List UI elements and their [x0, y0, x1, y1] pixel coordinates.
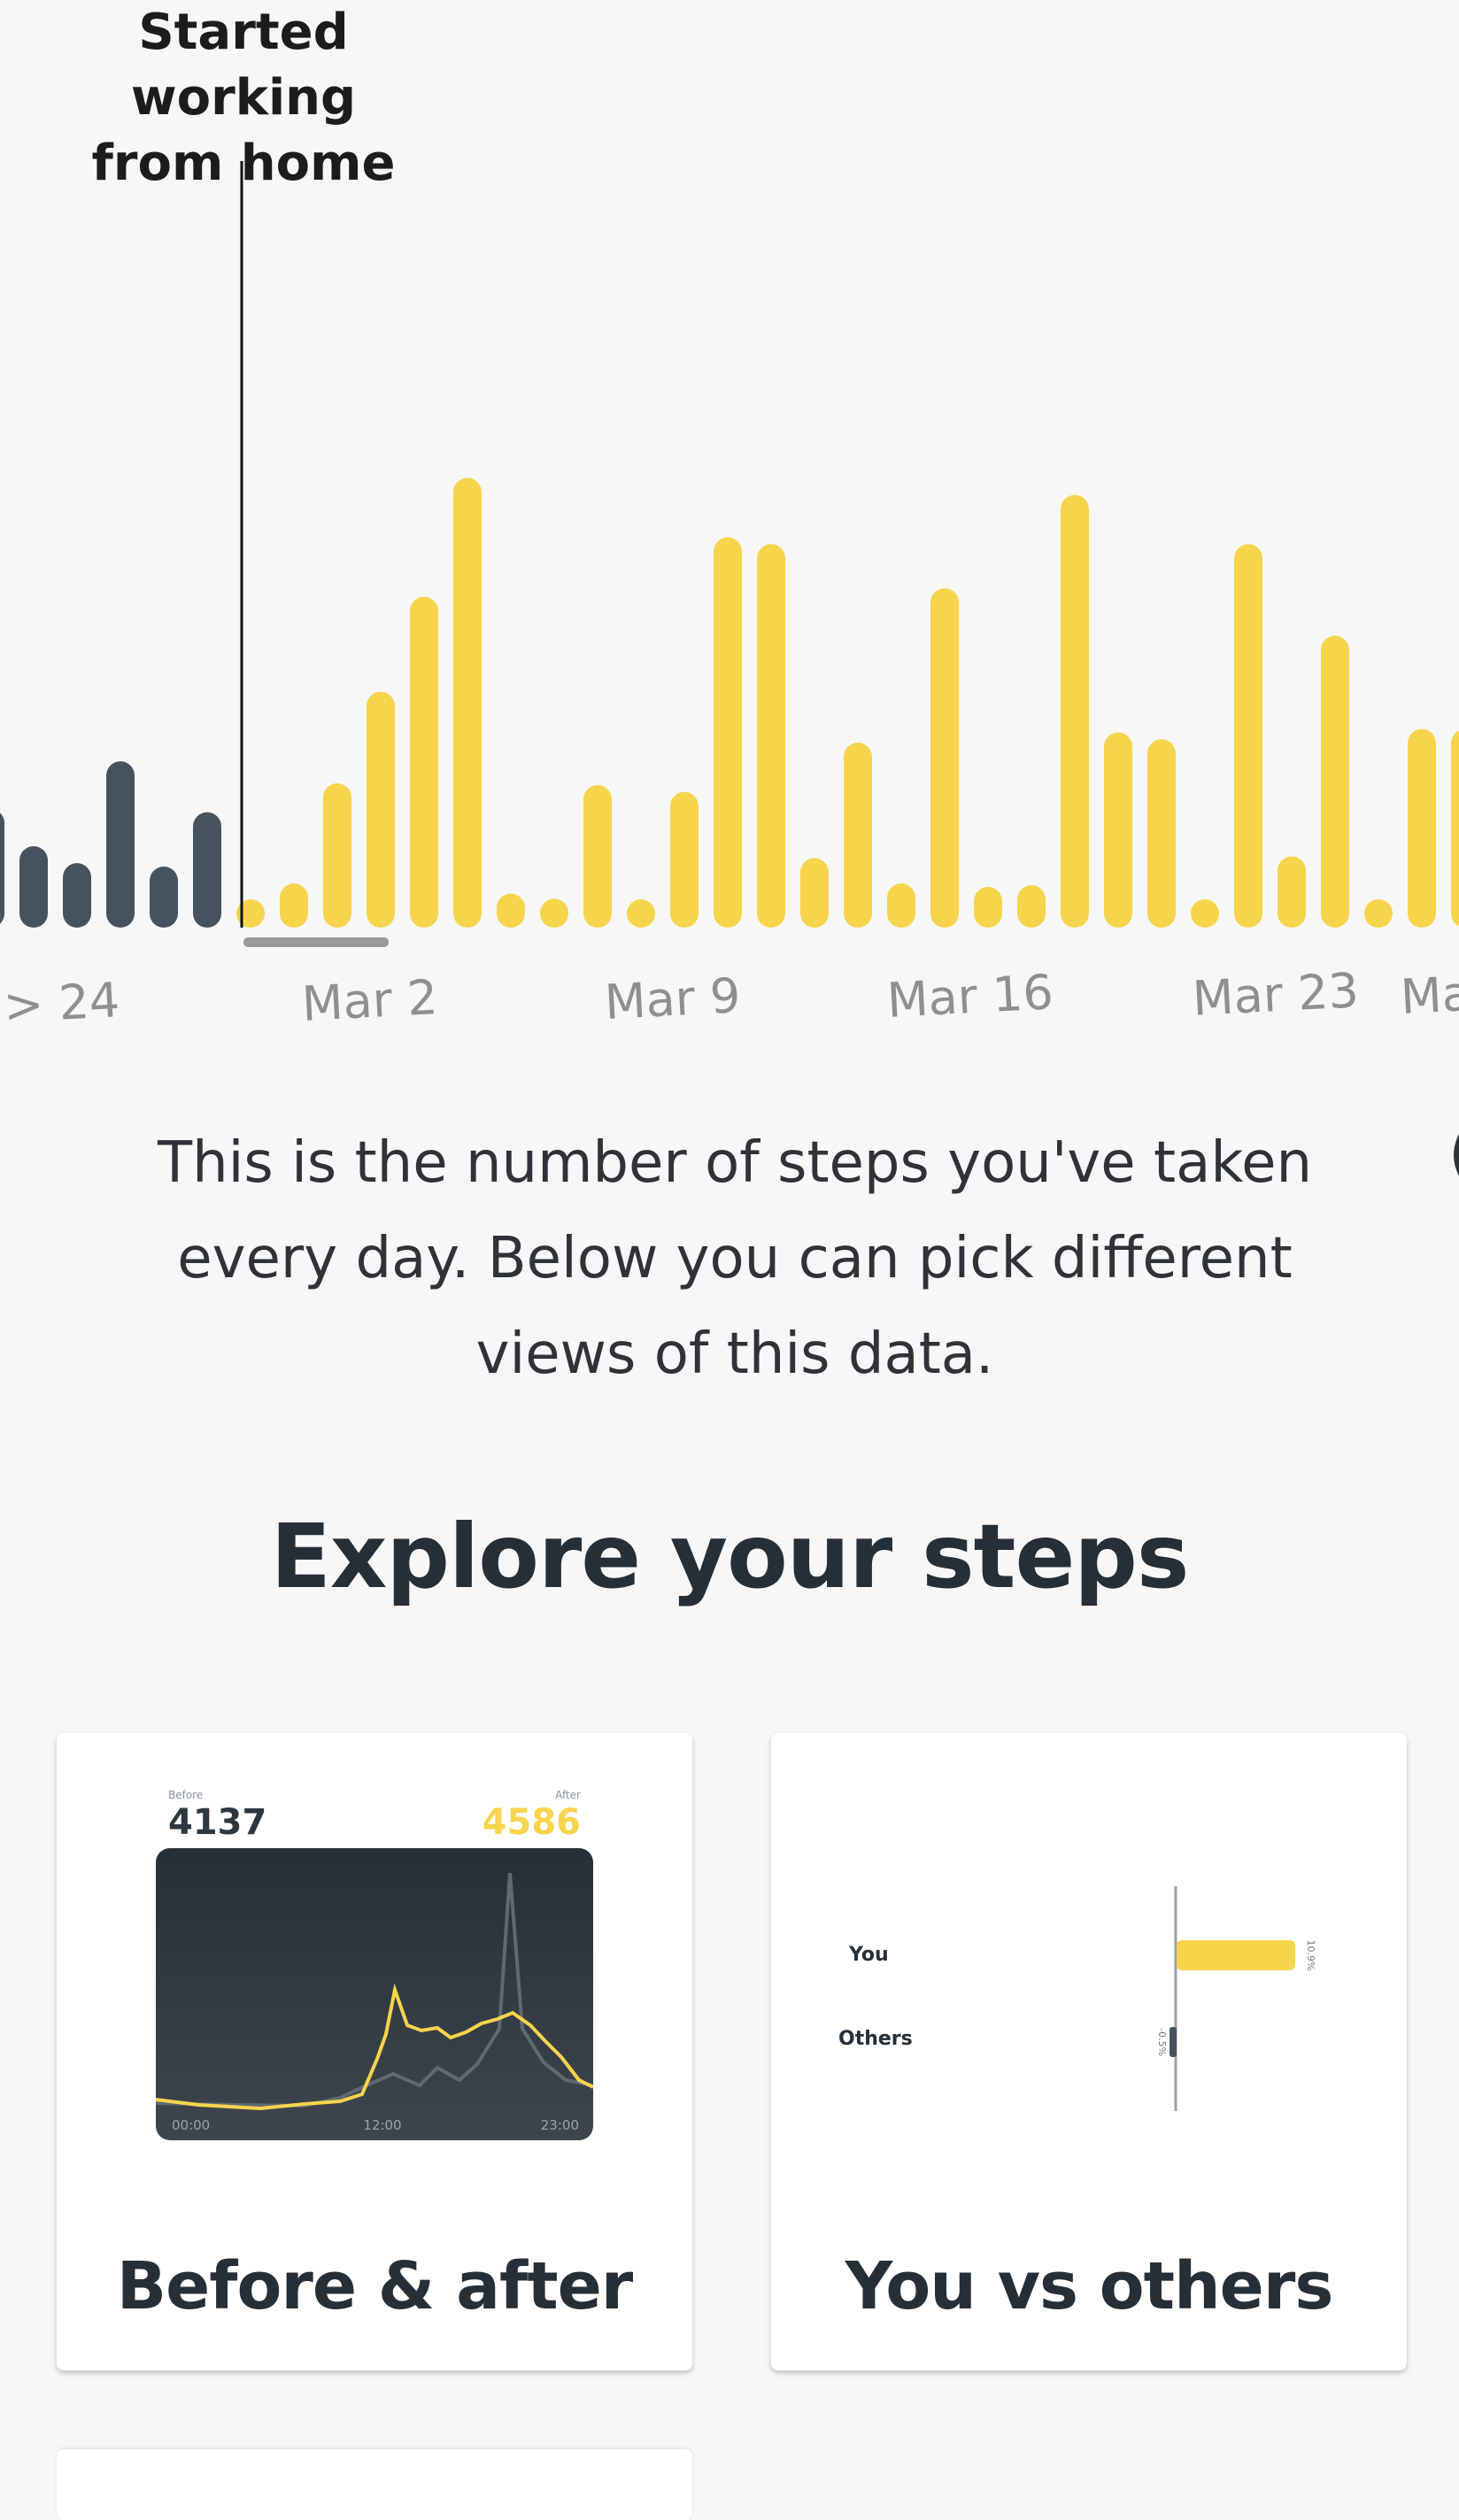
- tick-label-1: Mar 2: [300, 969, 438, 1032]
- bar-before-0: [0, 813, 4, 924]
- card-before-after[interactable]: Before 4137 After 4586 00:00 12:00 23:00…: [57, 1733, 692, 2370]
- bar-before-2: [63, 863, 91, 928]
- bar-before-1: [19, 845, 48, 928]
- before-after-thumbnail: Before 4137 After 4586 00:00 12:00 23:00: [155, 1789, 594, 2140]
- bar-before-3: [106, 761, 135, 928]
- others-label: Others: [838, 2028, 913, 2050]
- bar-after-27: [1408, 728, 1436, 928]
- bar-after-26: [1364, 899, 1393, 928]
- you-label: You: [848, 1944, 889, 1966]
- bar-after-13: [800, 858, 829, 928]
- before-label: Before: [168, 1789, 203, 1801]
- bar-after-4: [410, 597, 438, 928]
- bar-after-11: [714, 537, 742, 928]
- bar-after-6: [497, 893, 525, 928]
- steps-bar-chart: > 24 Mar 2 Mar 9 Mar 16 Mar 23 Ma: [0, 161, 1459, 1034]
- you-vs-others-thumbnail: You Others 10.9% -0.5%: [838, 1886, 1316, 2111]
- tick-label-3: Mar 16: [885, 964, 1054, 1029]
- bar-after-2: [323, 783, 351, 928]
- bar-after-14: [844, 743, 872, 928]
- card-you-vs-others[interactable]: You Others 10.9% -0.5% You vs others: [771, 1733, 1407, 2370]
- description-line-3: views of this data.: [475, 1322, 994, 1387]
- card-title-you-vs-others: You vs others: [845, 2248, 1334, 2324]
- thumbnail-panel: [156, 1848, 593, 2140]
- tick-label-0: > 24: [2, 972, 120, 1034]
- bar-after-19: [1061, 495, 1089, 928]
- time-label-start: 00:00: [172, 2117, 210, 2133]
- tick-label-4: Mar 23: [1191, 962, 1360, 1027]
- bar-before-5: [193, 812, 221, 928]
- card-next-partial[interactable]: [57, 2449, 692, 2520]
- after-label: After: [555, 1789, 581, 1801]
- bar-after-7: [540, 898, 568, 928]
- next-slide-text-edge: (: [1448, 1117, 1459, 1190]
- bars-layer: [0, 478, 1459, 928]
- description-line-2: every day. Below you can pick different: [177, 1226, 1293, 1291]
- bar-after-16: [930, 588, 959, 928]
- description-line-1: This is the number of steps you've taken: [157, 1130, 1313, 1196]
- bar-after-17: [974, 886, 1002, 928]
- before-value: 4137: [168, 1802, 266, 1843]
- bar-after-28: [1451, 730, 1459, 927]
- week-indicator: [243, 937, 389, 947]
- bar-after-20: [1104, 732, 1132, 928]
- bar-after-1: [280, 883, 308, 928]
- bar-after-23: [1234, 543, 1262, 928]
- bar-after-9: [627, 899, 655, 928]
- bar-after-18: [1017, 885, 1046, 928]
- time-label-mid: 12:00: [363, 2117, 401, 2133]
- chart-description: This is the number of steps you've taken…: [71, 1115, 1399, 1402]
- bar-after-24: [1278, 856, 1306, 928]
- bar-after-21: [1147, 739, 1176, 928]
- bar-after-3: [367, 691, 395, 928]
- time-label-end: 23:00: [541, 2117, 579, 2133]
- others-value: -0.5%: [1156, 2028, 1168, 2056]
- bar-after-22: [1191, 899, 1219, 928]
- bar-after-12: [757, 543, 785, 928]
- bar-after-8: [583, 784, 612, 928]
- others-bar: [1170, 2027, 1177, 2057]
- tick-label-2: Mar 9: [603, 967, 741, 1030]
- you-bar: [1177, 1940, 1295, 1970]
- bar-after-10: [670, 791, 699, 928]
- after-value: 4586: [482, 1802, 581, 1843]
- bar-after-5: [453, 478, 482, 928]
- card-title-before-after: Before & after: [116, 2248, 634, 2324]
- bar-after-15: [887, 883, 915, 928]
- ticks-layer: > 24 Mar 2 Mar 9 Mar 16 Mar 23 Ma: [2, 962, 1459, 1034]
- section-title: Explore your steps: [270, 1505, 1190, 1608]
- bar-after-25: [1321, 636, 1349, 928]
- bar-before-4: [150, 866, 178, 928]
- you-value: 10.9%: [1305, 1940, 1316, 1971]
- tick-label-5: Ma: [1399, 966, 1459, 1025]
